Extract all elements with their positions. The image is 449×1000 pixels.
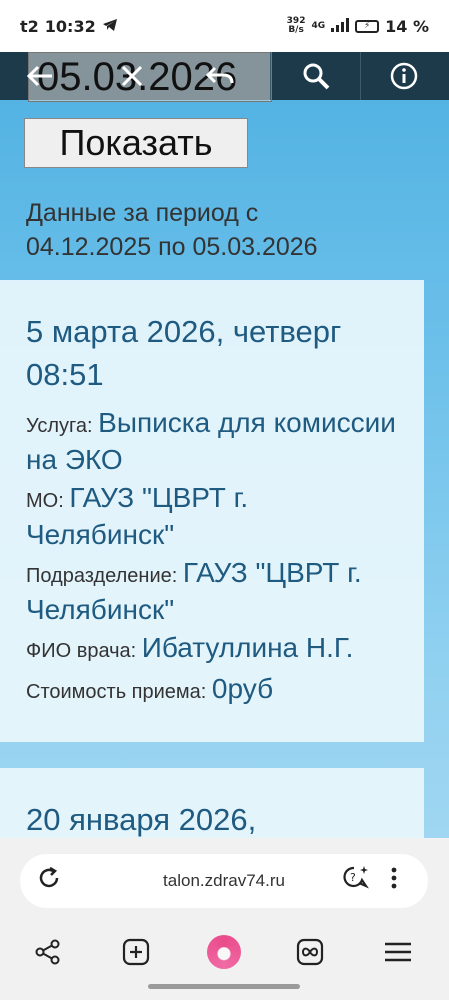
status-right: 392 B/s 4G ⚡ 14 %: [287, 17, 429, 36]
net-speed: 392 B/s: [286, 16, 306, 35]
ai-assistant-icon[interactable]: ?: [342, 864, 370, 899]
clock: 10:32: [44, 16, 96, 36]
dept-row: Подразделение: ГАУЗ "ЦВРТ г. Челябинск": [26, 556, 398, 627]
alice-assistant-icon[interactable]: [200, 928, 248, 976]
doctor-label: ФИО врача:: [26, 640, 142, 662]
doctor-row: ФИО врача: Ибатуллина Н.Г.: [26, 631, 398, 668]
telegram-icon: [102, 17, 118, 36]
undo-icon[interactable]: [190, 52, 250, 100]
record-date: 20 января 2026,: [26, 802, 257, 837]
cost-value: 0руб: [211, 673, 274, 704]
period-text: Данные за период с 04.12.2025 по 05.03.2…: [26, 196, 426, 264]
battery-icon: ⚡: [355, 19, 380, 33]
address-bar[interactable]: talon.zdrav74.ru ?: [20, 854, 428, 908]
tabs-icon[interactable]: [286, 928, 334, 976]
record-date: 5 марта 2026, четверг: [26, 314, 342, 349]
home-indicator[interactable]: [148, 984, 300, 989]
close-icon[interactable]: [102, 52, 162, 100]
record-card: 5 марта 2026, четверг 08:51 Услуга: Выпи…: [0, 280, 424, 742]
mo-label: МО:: [26, 490, 70, 512]
network-type: 4G: [311, 20, 326, 31]
more-vertical-icon[interactable]: [390, 866, 398, 897]
share-icon[interactable]: [24, 928, 72, 976]
cost-label: Стоимость приема:: [26, 681, 212, 703]
period-line-2: 04.12.2025 по 05.03.2026: [26, 233, 318, 261]
menu-icon[interactable]: [374, 928, 422, 976]
doctor-value: Ибатуллина Н.Г.: [141, 632, 354, 663]
period-line-1: Данные за период с: [26, 199, 259, 227]
address-area: talon.zdrav74.ru ?: [0, 838, 449, 920]
mo-row: МО: ГАУЗ "ЦВРТ г. Челябинск": [26, 481, 398, 552]
carrier: t2: [20, 16, 39, 36]
battery-percent: 14 %: [385, 16, 429, 36]
arrow-left-icon[interactable]: [10, 52, 70, 100]
dept-label: Подразделение:: [26, 565, 183, 587]
toolbar-divider: [270, 52, 271, 100]
new-tab-icon[interactable]: [112, 928, 160, 976]
info-icon[interactable]: [374, 52, 434, 100]
cost-row: Стоимость приема: 0руб: [26, 672, 398, 709]
search-icon[interactable]: [286, 52, 346, 100]
service-label: Услуга:: [26, 415, 99, 437]
service-row: Услуга: Выписка для комиссии на ЭКО: [26, 406, 398, 477]
toolbar-divider: [360, 52, 361, 100]
status-left: t2 10:32: [20, 17, 118, 36]
alice-logo: [207, 935, 241, 969]
record-time: 08:51: [26, 357, 104, 392]
status-bar: t2 10:32 392 B/s 4G ⚡ 14 %: [0, 0, 449, 52]
top-toolbar: 05.03.2026: [0, 52, 449, 102]
signal-icon: [331, 17, 350, 36]
svg-text:?: ?: [350, 871, 356, 884]
show-button[interactable]: Показать: [24, 118, 248, 168]
